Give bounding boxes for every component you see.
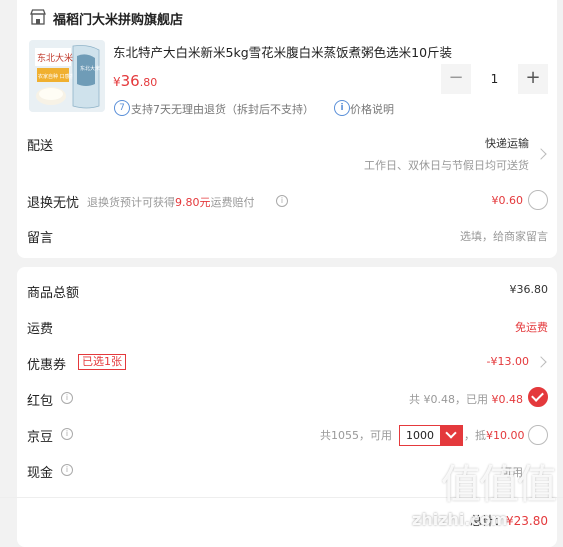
worry-free-amount: 9.80元 [175,196,211,209]
chevron-right-icon[interactable] [535,148,547,160]
delivery-method[interactable]: 快递运输 [485,135,529,151]
info-icon[interactable]: i [61,392,73,404]
worry-free-label: 退换无忧 [27,196,80,211]
return-policy-icon: 7 [114,100,130,116]
quantity-input[interactable]: 1 [471,64,518,94]
quantity-stepper: − 1 + [441,64,548,94]
info-icon[interactable]: i [61,428,73,440]
goods-total-label: 商品总额 [27,286,80,301]
quantity-minus-button[interactable]: − [441,64,471,94]
coupon-value[interactable]: -¥13.00 [487,355,529,368]
product-image[interactable]: 东北大米 农家自种 口感香甜 东北大米 [29,40,105,112]
store-icon [30,9,46,25]
shipping-label: 运费 [27,322,54,337]
cash-label: 现金 [27,466,54,481]
message-input[interactable]: 选填，给商家留言 [460,228,548,244]
order-item-card: 福稻门大米拼购旗舰店 东北大米 农家自种 口感香甜 东北大米 东北特产大白米新米… [17,0,557,258]
total-value: ¥23.80 [506,514,548,528]
redpacket-checkbox[interactable] [528,387,548,407]
image-label-brand: 东北大米 [80,65,100,72]
jingdou-amount-select[interactable]: 1000 [399,425,463,446]
product-title[interactable]: 东北特产大白米新米5kg雪花米腹白米蒸饭煮粥色选米10斤装 [113,42,452,61]
redpacket-label: 红包 [27,394,54,409]
worry-free-radio[interactable] [528,190,548,210]
coupon-tag: 已选1张 [78,354,126,370]
jingdou-deduct-amount: ¥10.00 [486,429,525,442]
jingdou-prefix: 共1055，可用 [320,429,392,442]
redpacket-used: ¥0.48 [491,393,524,406]
return-policy-text[interactable]: 支持7天无理由退货（拆封后不支持） [131,101,314,117]
worry-free-price: ¥0.60 [491,194,524,207]
jingdou-suffix: ，抵 [464,429,486,442]
delivery-label: 配送 [27,139,54,154]
worry-free-note: 退换货预计可获得9.80元运费赔付 [87,194,255,210]
delivery-note: 工作日、双休日与节假日均可送货 [364,159,529,172]
product-price: ¥36.80 [113,72,157,90]
store-name[interactable]: 福稻门大米拼购旗舰店 [53,9,183,28]
jingdou-radio[interactable] [528,425,548,445]
message-label: 留言 [27,231,54,246]
info-icon: i [334,100,350,116]
goods-total-value: ¥36.80 [509,283,549,296]
coupon-label: 优惠券 [27,358,67,373]
worry-free-note-prefix: 退换货预计可获得 [87,196,175,209]
jingdou-deduct: ，抵¥10.00 [464,427,525,443]
redpacket-text: 共 ¥0.48，已用 ¥0.48 [409,391,523,407]
watermark-logo: 值值值 [441,462,557,508]
price-symbol: ¥ [113,75,121,89]
info-icon[interactable]: i [61,464,73,476]
jingdou-value: 1000 [406,429,434,442]
price-note-link[interactable]: 价格说明 [350,101,394,117]
jingdou-label: 京豆 [27,430,54,445]
worry-free-note-suffix: 运费赔付 [210,196,255,209]
chevron-down-icon[interactable] [440,426,462,445]
watermark-url: zhizhi.com [412,510,508,529]
info-icon[interactable]: i [276,195,288,207]
redpacket-text-prefix: 共 ¥0.48，已用 [409,393,492,406]
price-integer: 36 [120,72,140,90]
price-decimal: .80 [139,76,158,89]
shipping-value: 免运费 [515,321,548,334]
image-label-top: 东北大米 [37,52,73,64]
chevron-right-icon[interactable] [535,356,547,368]
quantity-plus-button[interactable]: + [518,64,548,94]
